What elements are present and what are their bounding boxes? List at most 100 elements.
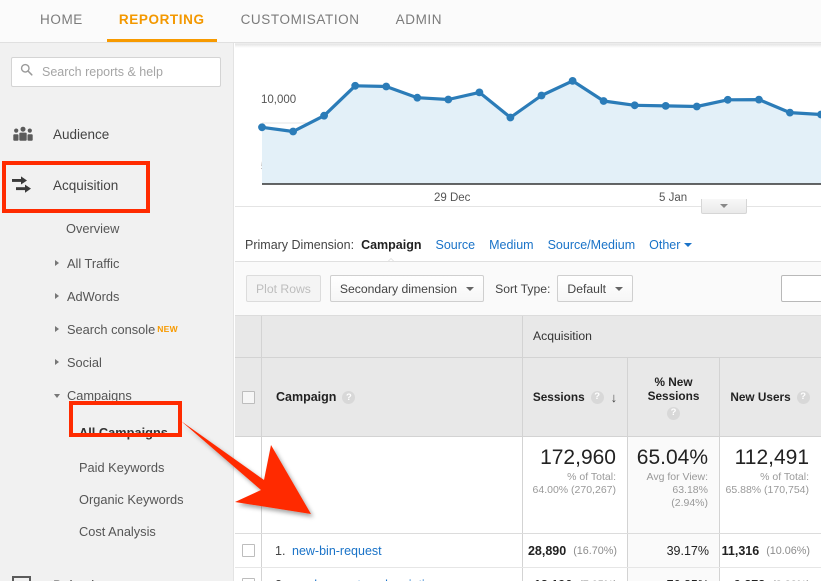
summary-sessions-value: 172,960: [540, 446, 616, 469]
sort-descending-icon[interactable]: ↓: [611, 391, 618, 404]
primary-dimension-other-label: Other: [649, 237, 681, 252]
summary-dimension-cell: [262, 437, 523, 533]
help-icon[interactable]: ?: [667, 406, 680, 420]
select-all-checkbox[interactable]: [241, 390, 255, 404]
chevron-right-icon: [55, 260, 59, 266]
search-input[interactable]: [40, 64, 212, 80]
tab-admin[interactable]: ADMIN: [378, 0, 461, 42]
chevron-right-icon: [55, 359, 59, 365]
tab-reporting[interactable]: REPORTING: [101, 0, 223, 42]
help-icon[interactable]: ?: [590, 390, 604, 404]
row-checkbox[interactable]: [241, 544, 255, 557]
sidebar-item-label-paid-keywords: Paid Keywords: [79, 459, 165, 475]
sessions-chart-panel: 10,000 5,000 29 Dec 5 Jan: [235, 43, 821, 206]
row-new-users-cell: 11,316 (10.06%): [720, 534, 820, 567]
header-sessions-cell[interactable]: Sessions ? ↓: [523, 358, 628, 436]
row-checkbox-cell: [235, 534, 262, 567]
chart-collapse-button[interactable]: [701, 199, 747, 214]
sidebar-item-social[interactable]: Social: [0, 346, 233, 378]
sidebar-item-label-adwords: AdWords: [67, 288, 120, 304]
top-navigation-bar: HOME REPORTING CUSTOMISATION ADMIN: [0, 0, 821, 43]
campaigns-table: Acquisition Campaign ? Sessions ? ↓ % Ne…: [235, 315, 821, 581]
chevron-down-icon: [615, 286, 624, 291]
help-icon[interactable]: ?: [796, 390, 810, 404]
sidebar-item-behaviour[interactable]: Behaviour: [0, 568, 233, 581]
row-sessions-cell: 12,196 (7.05%): [523, 568, 628, 581]
table-column-header-row: Campaign ? Sessions ? ↓ % New Sessions ?…: [235, 358, 821, 437]
help-icon[interactable]: ?: [342, 390, 356, 404]
table-row[interactable]: 1. new-bin-request 28,890 (16.70%) 39.17…: [235, 534, 821, 568]
sidebar-item-label-all-campaigns: All Campaigns: [79, 424, 168, 440]
tab-customisation[interactable]: CUSTOMISATION: [223, 0, 378, 42]
sidebar-item-all-campaigns[interactable]: All Campaigns: [0, 417, 233, 447]
sidebar-item-campaigns[interactable]: Campaigns: [0, 379, 233, 411]
sidebar-item-label-cost-analysis: Cost Analysis: [79, 523, 156, 539]
sessions-line-chart[interactable]: [235, 44, 821, 207]
primary-dimension-other[interactable]: Other: [649, 237, 693, 252]
row-checkbox-cell: [235, 568, 262, 581]
search-icon: [20, 63, 40, 81]
sidebar-item-paid-keywords[interactable]: Paid Keywords: [0, 451, 233, 483]
row-campaign-link[interactable]: garden-waste-subscription: [292, 578, 439, 581]
summary-new-sessions-value: 65.04%: [636, 446, 708, 469]
chart-collapse-bar: [235, 199, 821, 228]
row-campaign-link[interactable]: new-bin-request: [292, 544, 382, 558]
primary-dimension-source[interactable]: Source: [436, 238, 476, 252]
sidebar-item-audience[interactable]: Audience: [0, 117, 233, 151]
header-new-users-label: New Users: [730, 390, 791, 404]
main-content: 10,000 5,000 29 Dec 5 Jan Primary Dimens…: [235, 43, 821, 581]
header-new-sessions-cell[interactable]: % New Sessions ?: [628, 358, 720, 436]
summary-new-sessions-line2: 63.18%: [672, 484, 708, 496]
acquisition-arrows-icon: [12, 175, 40, 195]
row-new-sessions-value: 39.17%: [666, 543, 709, 558]
sidebar-item-acquisition[interactable]: Acquisition: [0, 165, 233, 205]
table-summary-row: 172,960 % of Total: 64.00% (270,267) 65.…: [235, 437, 821, 534]
header-campaign-cell[interactable]: Campaign ?: [262, 358, 523, 436]
sidebar-item-all-traffic[interactable]: All Traffic: [0, 247, 233, 279]
sidebar-item-label-search-console: Search console: [67, 321, 156, 337]
google-analytics-screen: HOME REPORTING CUSTOMISATION ADMIN Searc…: [0, 0, 821, 581]
chevron-down-icon: [54, 394, 60, 401]
new-badge: NEW: [157, 324, 178, 334]
plot-rows-button[interactable]: Plot Rows: [246, 275, 321, 302]
sidebar-item-adwords[interactable]: AdWords: [0, 280, 233, 312]
table-search-input[interactable]: [781, 275, 821, 302]
sort-type-label: Sort Type:: [495, 281, 551, 296]
people-icon: [12, 126, 40, 142]
x-axis-tick-29dec: 29 Dec: [434, 192, 471, 204]
secondary-dimension-button[interactable]: Secondary dimension: [329, 275, 485, 302]
group-header-acquisition: Acquisition: [523, 316, 821, 357]
primary-dimension-campaign[interactable]: Campaign: [361, 238, 421, 252]
row-new-users-value: 9,373: [734, 578, 765, 581]
sidebar-item-label-campaigns: Campaigns: [67, 387, 132, 403]
sidebar-item-label-behaviour: Behaviour: [40, 578, 114, 581]
primary-dimension-source-medium[interactable]: Source/Medium: [548, 238, 636, 252]
header-new-users-cell[interactable]: New Users ?: [720, 358, 820, 436]
group-header-spacer-check: [235, 316, 262, 357]
sidebar-item-label-social: Social: [67, 354, 102, 370]
sidebar-item-cost-analysis[interactable]: Cost Analysis: [0, 515, 233, 547]
sidebar-item-label-organic-keywords: Organic Keywords: [79, 491, 184, 507]
summary-new-users-line1: % of Total:: [760, 471, 809, 483]
chevron-down-icon: [466, 286, 475, 291]
header-sessions-label: Sessions: [532, 390, 585, 404]
sort-type-select[interactable]: Default: [557, 275, 634, 302]
row-sessions-value: 12,196: [534, 578, 572, 581]
table-row[interactable]: 2. garden-waste-subscription 12,196 (7.0…: [235, 568, 821, 581]
sidebar-item-label-overview: Overview: [66, 220, 120, 236]
summary-new-users-cell: 112,491 % of Total: 65.88% (170,754): [720, 437, 820, 533]
summary-sessions-cell: 172,960 % of Total: 64.00% (270,267): [523, 437, 628, 533]
header-select-all-cell: [235, 358, 262, 436]
sidebar-nav: Audience Acquisition Overview All Traffi…: [0, 87, 233, 581]
primary-dimension-medium[interactable]: Medium: [489, 238, 533, 252]
sidebar-item-overview[interactable]: Overview: [0, 212, 233, 244]
row-index: 1.: [275, 543, 286, 558]
search-box[interactable]: [11, 57, 221, 87]
sidebar-search-container: [0, 43, 233, 87]
chevron-down-icon: [684, 242, 693, 247]
sidebar-item-organic-keywords[interactable]: Organic Keywords: [0, 483, 233, 515]
tab-home[interactable]: HOME: [22, 0, 101, 42]
summary-new-users-value: 112,491: [734, 446, 809, 469]
summary-sessions-line1: % of Total:: [567, 471, 616, 483]
sidebar-item-search-console[interactable]: Search console NEW: [0, 313, 233, 345]
